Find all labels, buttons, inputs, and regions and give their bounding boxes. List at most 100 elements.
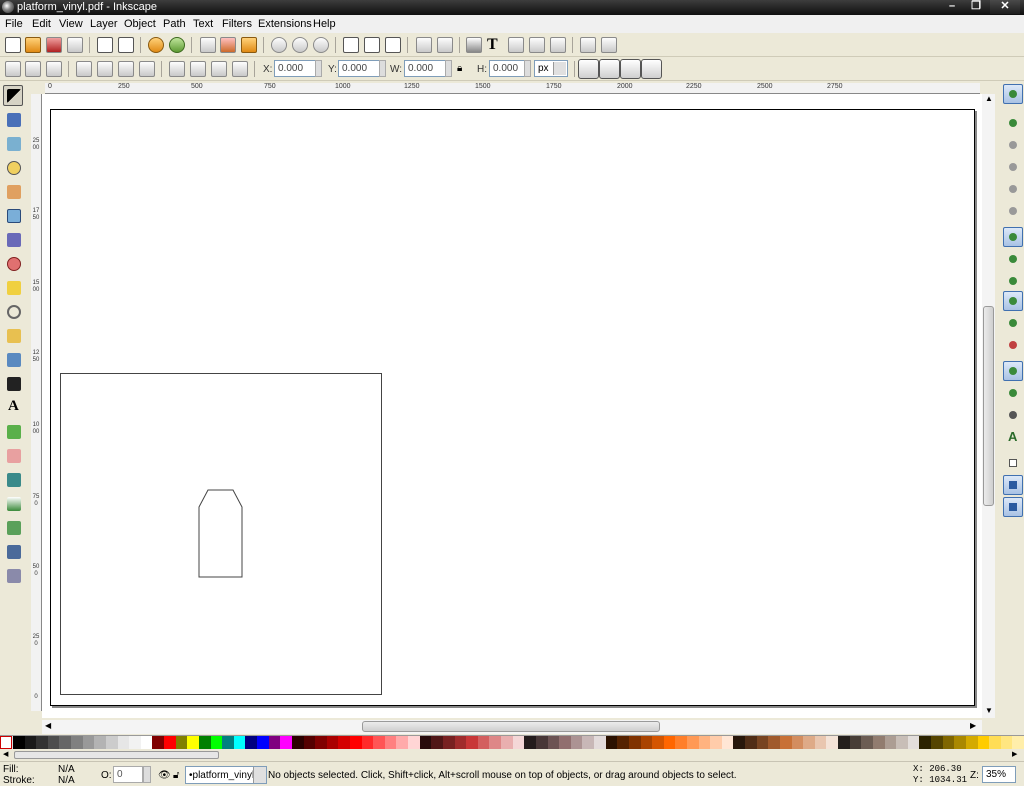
- color-swatch[interactable]: [233, 736, 246, 749]
- zoom-input[interactable]: 35%: [982, 766, 1016, 783]
- menu-help[interactable]: Help: [313, 17, 336, 31]
- xml-editor-icon[interactable]: [529, 37, 545, 53]
- color-swatch[interactable]: [861, 736, 874, 749]
- color-swatch[interactable]: [942, 736, 955, 749]
- copy-icon[interactable]: [200, 37, 216, 53]
- restore-icon[interactable]: ❐: [964, 0, 988, 14]
- color-swatch[interactable]: [1012, 736, 1024, 749]
- menu-file[interactable]: File: [5, 17, 23, 31]
- drawing-canvas[interactable]: [42, 94, 982, 718]
- snap-smooth-nodes-icon[interactable]: [1003, 313, 1023, 333]
- select-all-icon[interactable]: [5, 61, 21, 77]
- palette-scroll-left-icon[interactable]: ◀: [3, 750, 8, 758]
- color-swatch[interactable]: [303, 736, 316, 749]
- tweak-tool-icon[interactable]: [3, 133, 23, 154]
- color-swatch[interactable]: [791, 736, 804, 749]
- deselect-icon[interactable]: [46, 61, 62, 77]
- color-swatch[interactable]: [814, 736, 827, 749]
- color-swatch[interactable]: [454, 736, 467, 749]
- color-swatch[interactable]: [13, 736, 25, 749]
- save-icon[interactable]: [46, 37, 62, 53]
- minimize-icon[interactable]: –: [940, 0, 964, 14]
- dropper-tool-icon[interactable]: [3, 541, 23, 562]
- color-swatch[interactable]: [315, 736, 328, 749]
- color-swatch[interactable]: [280, 736, 293, 749]
- color-swatch[interactable]: [617, 736, 630, 749]
- snap-bbox-corner-icon[interactable]: [1003, 157, 1023, 177]
- scroll-up-icon[interactable]: ▲: [985, 94, 993, 103]
- layer-lock-icon[interactable]: 🔓︎: [173, 770, 179, 781]
- color-swatch[interactable]: [47, 736, 60, 749]
- current-layer-select[interactable]: •platform_vinyl: [185, 766, 267, 784]
- color-swatch[interactable]: [350, 736, 362, 749]
- horizontal-scroll-thumb[interactable]: [362, 721, 660, 732]
- calligraphy-tool-icon[interactable]: [3, 373, 23, 394]
- menu-view[interactable]: View: [59, 17, 83, 31]
- color-swatch[interactable]: [1000, 736, 1013, 749]
- color-swatch[interactable]: [663, 736, 676, 749]
- color-swatch[interactable]: [71, 736, 84, 749]
- color-swatch[interactable]: [24, 736, 37, 749]
- color-swatch[interactable]: [640, 736, 653, 749]
- color-swatch[interactable]: [779, 736, 792, 749]
- lock-icon[interactable]: 🔒︎: [457, 63, 462, 74]
- platform-shape[interactable]: [198, 489, 246, 581]
- duplicate-icon[interactable]: [343, 37, 359, 53]
- color-swatch[interactable]: [884, 736, 897, 749]
- open-icon[interactable]: [25, 37, 41, 53]
- inkscape-app-icon[interactable]: [2, 1, 14, 13]
- rectangle-tool-icon[interactable]: [3, 205, 23, 226]
- snap-cusp-nodes-icon[interactable]: [1003, 291, 1023, 311]
- color-swatch[interactable]: [105, 736, 118, 749]
- color-swatch[interactable]: [82, 736, 95, 749]
- opacity-spinner[interactable]: [143, 766, 151, 783]
- color-swatch[interactable]: [687, 736, 699, 749]
- palette-scroll-thumb[interactable]: [14, 751, 219, 759]
- stroke-value[interactable]: N/A: [58, 775, 75, 786]
- color-swatch[interactable]: [245, 736, 258, 749]
- rotate-ccw-icon[interactable]: [76, 61, 92, 77]
- menu-object[interactable]: Object: [124, 17, 156, 31]
- scroll-down-icon[interactable]: ▼: [985, 706, 993, 715]
- color-swatch[interactable]: [733, 736, 746, 749]
- color-swatch[interactable]: [675, 736, 688, 749]
- zoom-selection-icon[interactable]: [271, 37, 287, 53]
- menu-edit[interactable]: Edit: [32, 17, 51, 31]
- fill-stroke-icon[interactable]: [466, 37, 482, 53]
- vertical-scrollbar[interactable]: ▲ ▼: [982, 94, 995, 718]
- snap-guide-icon[interactable]: [1003, 497, 1023, 517]
- text-tool-icon[interactable]: A: [3, 397, 23, 418]
- color-swatch[interactable]: [187, 736, 200, 749]
- import-icon[interactable]: [97, 37, 113, 53]
- clone-icon[interactable]: [364, 37, 380, 53]
- spray-tool-icon[interactable]: [3, 421, 23, 442]
- scale-corners-toggle[interactable]: [599, 59, 620, 79]
- width-spinner[interactable]: [445, 60, 452, 77]
- scroll-right-icon[interactable]: ▶: [970, 721, 976, 730]
- lower-icon[interactable]: [211, 61, 227, 77]
- color-swatch[interactable]: [535, 736, 548, 749]
- raise-icon[interactable]: [190, 61, 206, 77]
- snap-object-center-icon[interactable]: [1003, 383, 1023, 403]
- flip-vertical-icon[interactable]: [139, 61, 155, 77]
- color-swatch[interactable]: [59, 736, 72, 749]
- color-swatch[interactable]: [164, 736, 177, 749]
- color-swatch[interactable]: [849, 736, 862, 749]
- color-swatch[interactable]: [36, 736, 49, 749]
- color-swatch[interactable]: [396, 736, 409, 749]
- layers-icon[interactable]: [508, 37, 524, 53]
- color-swatch[interactable]: [466, 736, 479, 749]
- snap-intersection-icon[interactable]: [1003, 271, 1023, 291]
- snap-bbox-icon[interactable]: [1003, 113, 1023, 133]
- zoom-drawing-icon[interactable]: [292, 37, 308, 53]
- color-swatch[interactable]: [756, 736, 769, 749]
- opacity-input[interactable]: 0: [113, 766, 143, 783]
- transform-patterns-toggle[interactable]: [641, 59, 662, 79]
- flip-horizontal-icon[interactable]: [118, 61, 134, 77]
- y-spinner[interactable]: [379, 60, 386, 77]
- color-swatch[interactable]: [442, 736, 455, 749]
- color-swatch[interactable]: [524, 736, 537, 749]
- select-all-layers-icon[interactable]: [25, 61, 41, 77]
- x-input[interactable]: 0.000: [274, 60, 316, 77]
- color-swatch[interactable]: [826, 736, 839, 749]
